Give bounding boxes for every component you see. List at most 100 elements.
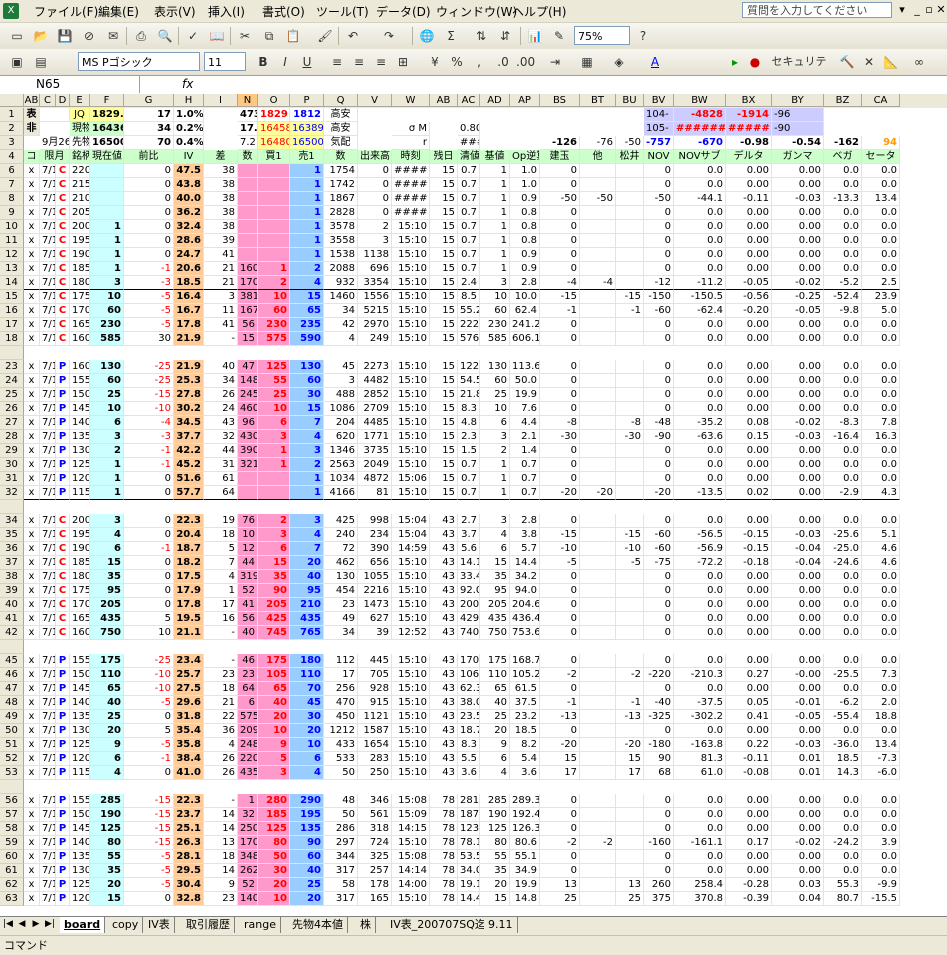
cell-ab[interactable]: 43: [430, 570, 458, 584]
cell-q[interactable]: 4: [324, 332, 358, 346]
cell-e[interactable]: 14500: [70, 402, 90, 416]
cell-h[interactable]: 32.8: [174, 892, 204, 906]
cell-v[interactable]: 2709: [358, 402, 392, 416]
cell-bt[interactable]: [580, 360, 616, 374]
cell-g[interactable]: 0: [124, 584, 174, 598]
cell-e[interactable]: 13000: [70, 444, 90, 458]
cell-g[interactable]: 0: [124, 178, 174, 192]
fx-icon[interactable]: fx: [182, 77, 193, 91]
cell-i[interactable]: 17: [204, 598, 238, 612]
cell-ac[interactable]: 0.7: [458, 472, 480, 486]
cell-i[interactable]: 4: [204, 570, 238, 584]
cell-o[interactable]: 2: [258, 514, 290, 528]
cell-bx[interactable]: -0.11: [726, 752, 772, 766]
cell-o[interactable]: 125: [258, 360, 290, 374]
cell-bw[interactable]: 0.0: [674, 402, 726, 416]
cell-bt[interactable]: [580, 514, 616, 528]
cell-ca[interactable]: 0.0: [862, 458, 900, 472]
cell-w[interactable]: 14:14: [392, 864, 430, 878]
cell-w[interactable]: 15:06: [392, 472, 430, 486]
cell-e[interactable]: 19000: [70, 248, 90, 262]
cell-h[interactable]: 28.6: [174, 234, 204, 248]
cell-v[interactable]: 2216: [358, 584, 392, 598]
cell-f[interactable]: 285: [90, 794, 124, 808]
cell-bu[interactable]: -20: [616, 738, 644, 752]
cell-w[interactable]: 15:08: [392, 850, 430, 864]
cell-bt[interactable]: [580, 472, 616, 486]
cell-w[interactable]: 14:15: [392, 822, 430, 836]
cell-ap[interactable]: 113.6: [510, 360, 540, 374]
cell-w[interactable]: 15:04: [392, 514, 430, 528]
cell-ab[interactable]: 78: [430, 822, 458, 836]
cell-w[interactable]: 15:10: [392, 248, 430, 262]
cell-ap[interactable]: 0.9: [510, 262, 540, 276]
cell-ab0[interactable]: x: [24, 570, 40, 584]
expiry-cell[interactable]: 7/11: [40, 626, 56, 640]
cell-by[interactable]: 0.00: [772, 262, 824, 276]
cell-bz[interactable]: 0.0: [824, 808, 862, 822]
cell-i[interactable]: 43: [204, 416, 238, 430]
column-header-by[interactable]: BY: [772, 94, 824, 107]
cell-ca[interactable]: 0.0: [862, 724, 900, 738]
cell-bw[interactable]: 0.0: [674, 724, 726, 738]
cell-w[interactable]: ####: [392, 178, 430, 192]
cell-bw[interactable]: -13.5: [674, 486, 726, 500]
cell-bz[interactable]: 0.0: [824, 402, 862, 416]
cell-f[interactable]: 110: [90, 668, 124, 682]
cell-h[interactable]: 35.4: [174, 724, 204, 738]
row-header[interactable]: 40: [0, 598, 24, 612]
cell-bt[interactable]: [580, 402, 616, 416]
index-high[interactable]: 1829: [258, 108, 290, 122]
cell-e[interactable]: 11500: [70, 766, 90, 780]
cell-o[interactable]: 3: [258, 430, 290, 444]
cell-bw[interactable]: 0.0: [674, 808, 726, 822]
cell-v[interactable]: 1587: [358, 724, 392, 738]
cell-ab0[interactable]: x: [24, 220, 40, 234]
help-search-input[interactable]: 質問を入力してください: [742, 2, 892, 18]
cell-bt[interactable]: [580, 262, 616, 276]
cell-ap[interactable]: 55.1: [510, 850, 540, 864]
cell-bz[interactable]: 0.0: [824, 234, 862, 248]
cell-ab0[interactable]: x: [24, 654, 40, 668]
cell-bt[interactable]: [580, 458, 616, 472]
cell-ap[interactable]: 0.9: [510, 248, 540, 262]
cell-g[interactable]: -4: [124, 416, 174, 430]
cell-e[interactable]: 14000: [70, 416, 90, 430]
cell-ab[interactable]: 78: [430, 892, 458, 906]
cell-p[interactable]: 1: [290, 220, 324, 234]
new-file-icon[interactable]: ▭: [8, 27, 26, 45]
cell-q[interactable]: 454: [324, 584, 358, 598]
cell-bv[interactable]: -220: [644, 668, 674, 682]
cell-ap[interactable]: 0.7: [510, 472, 540, 486]
nov-label-1[interactable]: 104-: [644, 108, 674, 122]
column-title-e[interactable]: 銘柄: [70, 150, 90, 164]
cell-bs[interactable]: -30: [540, 430, 580, 444]
cell-bv[interactable]: 0: [644, 654, 674, 668]
expiry-cell[interactable]: 7/10: [40, 444, 56, 458]
cell-ap[interactable]: 34.9: [510, 864, 540, 878]
cell-e[interactable]: 11500: [70, 486, 90, 500]
futures-ask[interactable]: 16500: [290, 136, 324, 150]
cell-ab[interactable]: 43: [430, 528, 458, 542]
bold-icon[interactable]: B: [254, 53, 272, 71]
align-right-icon[interactable]: ≡: [372, 53, 390, 71]
cell-bx[interactable]: -0.05: [726, 276, 772, 290]
cell-g[interactable]: -10: [124, 682, 174, 696]
nov-label-2[interactable]: 105-: [644, 122, 674, 136]
cell-p[interactable]: 4: [290, 276, 324, 290]
type-cell[interactable]: C: [56, 318, 70, 332]
cell-g[interactable]: -15: [124, 822, 174, 836]
cell-w[interactable]: 15:10: [392, 612, 430, 626]
cell-nv[interactable]: 170: [238, 836, 258, 850]
cell-o[interactable]: 105: [258, 668, 290, 682]
cell-v[interactable]: 0: [358, 178, 392, 192]
cell-bz[interactable]: 0.0: [824, 458, 862, 472]
cell-o[interactable]: [258, 178, 290, 192]
cell-bz[interactable]: -24.6: [824, 556, 862, 570]
cell-h[interactable]: 47.5: [174, 164, 204, 178]
cell-ca[interactable]: 0.0: [862, 626, 900, 640]
cell-p[interactable]: 90: [290, 836, 324, 850]
cell-bt[interactable]: [580, 864, 616, 878]
cell-bu[interactable]: [616, 486, 644, 500]
cell-ac[interactable]: 21.8: [458, 388, 480, 402]
